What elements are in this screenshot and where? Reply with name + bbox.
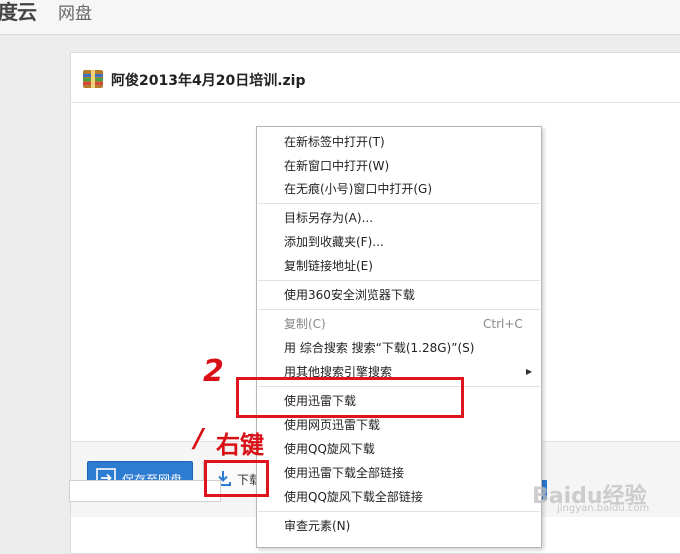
menu-divider — [258, 511, 540, 512]
menu-inspect[interactable]: 审查元素(N) — [284, 516, 350, 536]
menu-search-selection[interactable]: 用 综合搜索 搜索“下载(1.28G)”(S) — [284, 338, 474, 358]
file-name: 阿俊2013年4月20日培训.zip — [111, 73, 306, 89]
menu-copy[interactable]: 复制(C) — [284, 314, 326, 334]
header-bar: 度云 网盘 — [0, 0, 680, 35]
file-header: 阿俊2013年4月20日培训.zip — [71, 53, 680, 103]
right-click-annotation: 右键 — [216, 431, 264, 459]
page-title[interactable]: 网盘 — [58, 0, 92, 24]
bottom-field[interactable] — [69, 480, 221, 502]
menu-open-incognito[interactable]: 在无痕(小号)窗口中打开(G) — [284, 179, 432, 199]
step-2-annotation: 2 — [203, 354, 224, 389]
submenu-arrow-icon: ▶ — [526, 367, 533, 376]
menu-download-360[interactable]: 使用360安全浏览器下载 — [284, 285, 415, 305]
highlight-download-button — [204, 460, 269, 497]
menu-save-as[interactable]: 目标另存为(A)... — [284, 208, 373, 228]
menu-thunder-all[interactable]: 使用迅雷下载全部链接 — [284, 463, 404, 483]
menu-qq-download[interactable]: 使用QQ旋风下载 — [284, 439, 375, 459]
highlight-thunder-download — [236, 377, 464, 418]
watermark-url: jingyan.baidu.com — [557, 503, 650, 514]
step-1-annotation: / — [194, 424, 204, 454]
menu-divider — [258, 280, 540, 281]
zip-archive-icon — [83, 70, 103, 88]
menu-web-thunder[interactable]: 使用网页迅雷下载 — [284, 415, 380, 435]
menu-add-favorites[interactable]: 添加到收藏夹(F)... — [284, 232, 384, 252]
menu-divider — [258, 203, 540, 204]
menu-divider — [258, 309, 540, 310]
menu-open-new-window[interactable]: 在新窗口中打开(W) — [284, 156, 389, 176]
context-menu: 在新标签中打开(T) 在新窗口中打开(W) 在无痕(小号)窗口中打开(G) 目标… — [256, 126, 542, 548]
menu-qq-all[interactable]: 使用QQ旋风下载全部链接 — [284, 487, 423, 507]
logo: 度云 — [0, 0, 37, 24]
menu-copy-link[interactable]: 复制链接地址(E) — [284, 256, 373, 276]
menu-open-new-tab[interactable]: 在新标签中打开(T) — [284, 132, 385, 152]
menu-copy-shortcut: Ctrl+C — [483, 317, 523, 331]
